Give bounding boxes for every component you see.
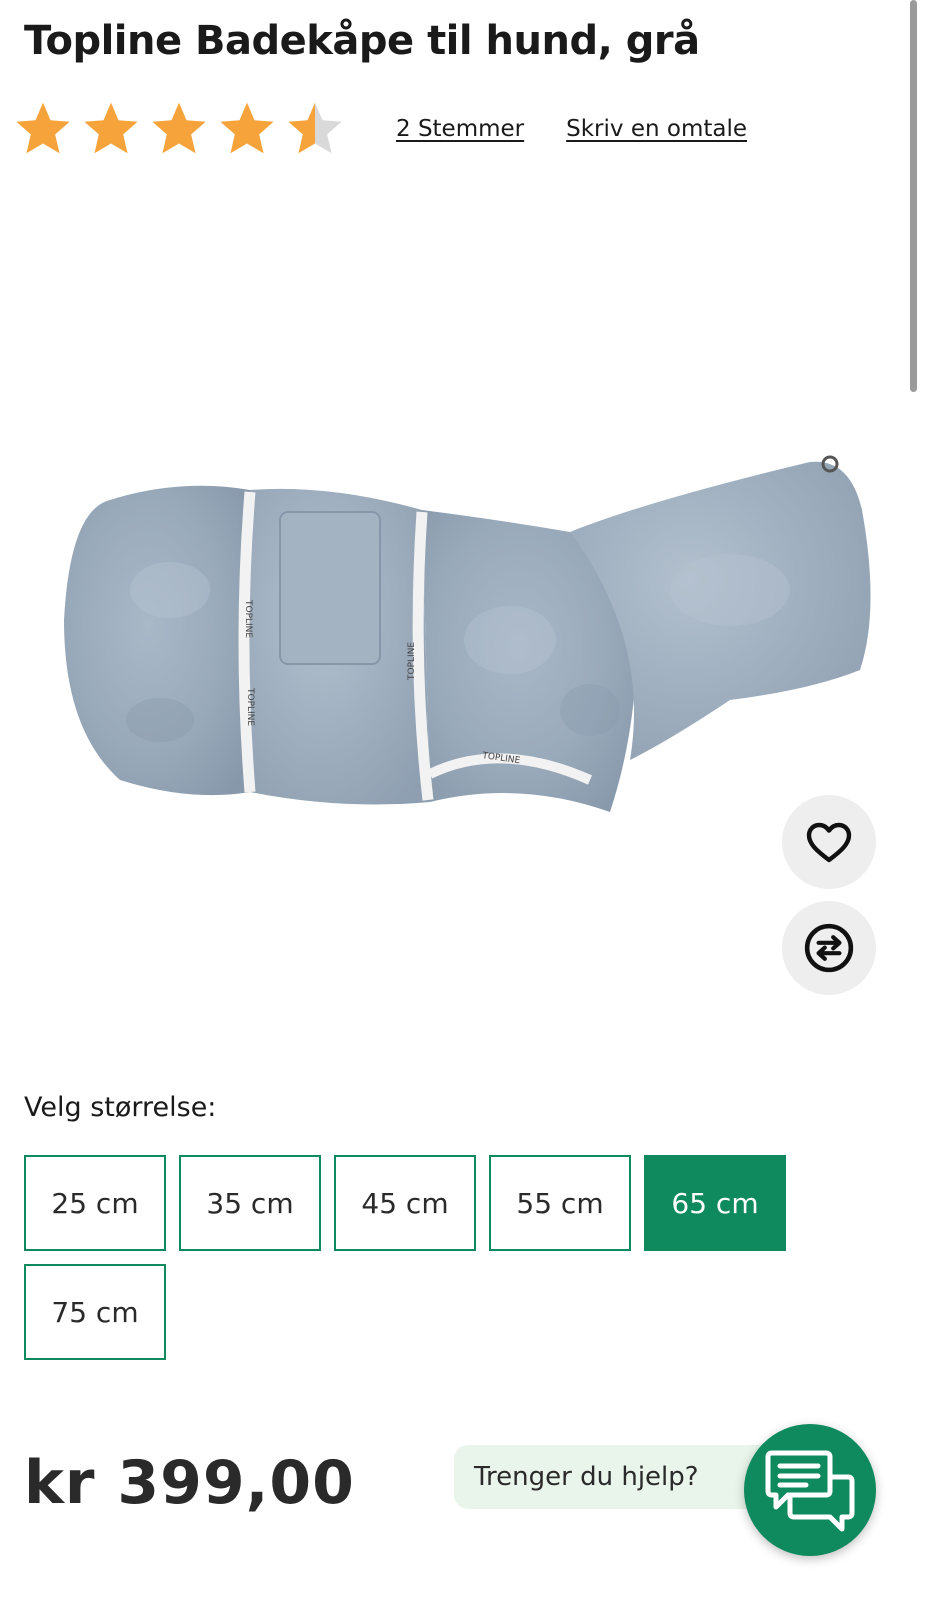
brand-print: TOPLINE	[407, 642, 417, 681]
compare-button[interactable]	[782, 901, 876, 995]
compare-arrows-icon	[804, 923, 854, 973]
product-price: kr 399,00	[24, 1448, 355, 1518]
help-bubble[interactable]: Trenger du hjelp?	[454, 1445, 784, 1509]
size-selector-label: Velg størrelse:	[24, 1092, 217, 1123]
brand-print: TOPLINE	[245, 687, 255, 726]
star-icon	[288, 102, 342, 154]
size-option[interactable]: 45 cm	[334, 1155, 476, 1251]
star-rating	[12, 98, 346, 160]
heart-icon	[806, 822, 852, 863]
votes-link[interactable]: 2 Stemmer	[396, 116, 524, 142]
wishlist-button[interactable]	[782, 795, 876, 889]
size-option[interactable]: 55 cm	[489, 1155, 631, 1251]
star-icon	[220, 102, 274, 154]
write-review-link[interactable]: Skriv en omtale	[566, 116, 747, 142]
page-scrollbar[interactable]	[910, 0, 917, 392]
size-option[interactable]: 35 cm	[179, 1155, 321, 1251]
chat-icon	[765, 1450, 855, 1532]
product-title: Topline Badekåpe til hund, grå	[24, 18, 700, 64]
product-image: TOPLINE TOPLINE TOPLINE TOPLINE	[64, 455, 871, 812]
size-option[interactable]: 25 cm	[24, 1155, 166, 1251]
chat-button[interactable]	[744, 1424, 876, 1556]
star-icon	[152, 102, 206, 154]
size-option[interactable]: 65 cm	[644, 1155, 786, 1251]
brand-print: TOPLINE	[243, 599, 253, 638]
rating-row: 2 Stemmer Skriv en omtale	[12, 96, 747, 162]
size-options: 25 cm 35 cm 45 cm 55 cm 65 cm 75 cm	[24, 1155, 804, 1360]
star-icon	[16, 102, 70, 154]
size-option[interactable]: 75 cm	[24, 1264, 166, 1360]
star-icon	[84, 102, 138, 154]
